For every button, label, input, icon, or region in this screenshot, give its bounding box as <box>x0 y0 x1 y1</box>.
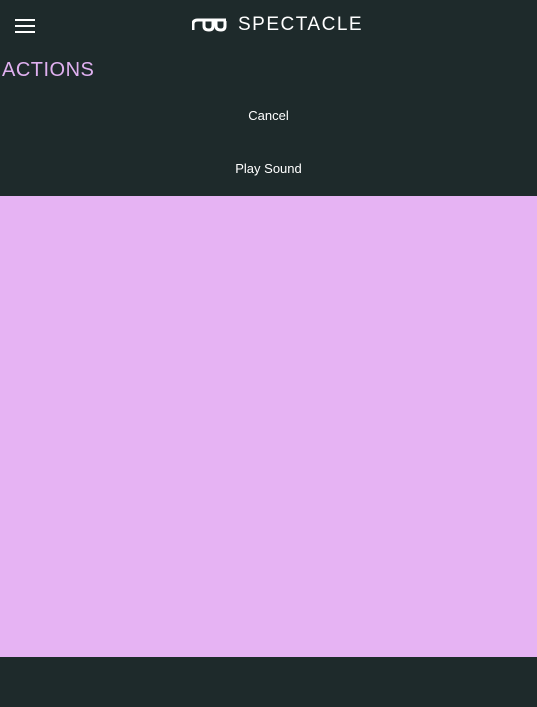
preview-canvas[interactable] <box>0 196 537 657</box>
hamburger-menu-button[interactable] <box>15 16 35 34</box>
cancel-button[interactable]: Cancel <box>0 108 537 123</box>
app-name: SPECTACLE <box>238 14 364 35</box>
play-sound-button[interactable]: Play Sound <box>0 161 537 176</box>
logo: SPECTACLE <box>192 14 363 36</box>
glasses-icon <box>192 18 227 32</box>
section-title: ACTIONS <box>2 59 95 81</box>
